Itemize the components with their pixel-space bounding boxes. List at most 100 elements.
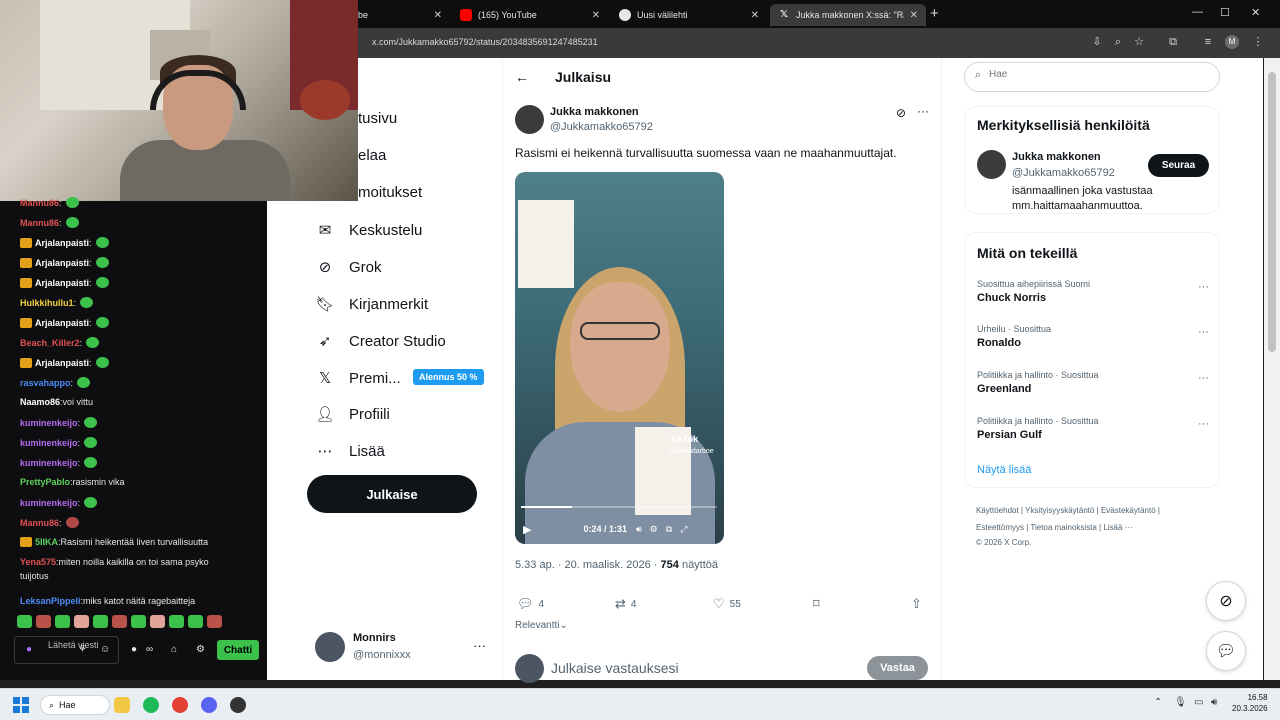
- tab-close-icon[interactable]: ✕: [751, 10, 759, 21]
- footer-links[interactable]: Käyttöehdot | Yksityisyyskäytäntö | Eväs…: [976, 506, 1160, 515]
- footer-links[interactable]: Esteettömyys | Tietoa mainoksista | Lisä…: [976, 523, 1133, 532]
- windows-start-icon[interactable]: [13, 697, 29, 713]
- browser-tab[interactable]: Uusi välilehti ✕: [611, 4, 767, 26]
- publish-button[interactable]: Julkaise: [307, 475, 477, 513]
- sort-dropdown[interactable]: Relevantti⌄: [515, 620, 568, 631]
- trend-item[interactable]: Politiikka ja hallinto · Suosittua Persi…: [977, 416, 1209, 441]
- emote-icon[interactable]: [150, 615, 165, 628]
- tab-close-icon[interactable]: ✕: [910, 10, 918, 21]
- emote-icon[interactable]: [74, 615, 89, 628]
- extensions-icon[interactable]: ⧉: [1166, 35, 1180, 49]
- taskbar-clock[interactable]: 16.58 20.3.2026: [1232, 692, 1268, 714]
- nav-item-premium[interactable]: 𝕏 Premi...: [315, 368, 401, 388]
- emote-icon[interactable]: [55, 615, 70, 628]
- chat-username[interactable]: Hulkkihullu1: [20, 298, 74, 308]
- mic-icon[interactable]: ●: [26, 644, 32, 655]
- reply-submit-button[interactable]: Vastaa: [867, 656, 928, 680]
- video-progress-bar[interactable]: [521, 506, 717, 508]
- tab-close-icon[interactable]: ✕: [592, 10, 600, 21]
- pip-icon[interactable]: ⧉: [666, 524, 672, 535]
- browser-tab[interactable]: be ✕: [350, 4, 450, 26]
- network-icon[interactable]: ▭: [1194, 697, 1203, 708]
- settings-icon[interactable]: ⚙: [196, 644, 205, 655]
- emote-icon[interactable]: [131, 615, 146, 628]
- nav-item-messages[interactable]: ✉ Keskustelu: [315, 220, 423, 240]
- tab-close-icon[interactable]: ✕: [434, 10, 442, 21]
- trend-item[interactable]: Politiikka ja hallinto · Suosittua Green…: [977, 370, 1209, 395]
- browser-tab[interactable]: (165) YouTube ✕: [452, 4, 608, 26]
- channel-points-icon[interactable]: ●: [131, 644, 137, 655]
- search-input[interactable]: [989, 69, 1189, 80]
- follow-button[interactable]: Seuraa: [1148, 154, 1209, 177]
- star-icon[interactable]: ☆: [1132, 35, 1146, 49]
- chat-username[interactable]: Beach_Killer2: [20, 338, 80, 348]
- scrollbar[interactable]: [1264, 58, 1280, 680]
- play-icon[interactable]: ▶: [523, 523, 531, 536]
- store-icon[interactable]: ⌂: [171, 644, 177, 655]
- volume-icon[interactable]: 🔊︎: [636, 524, 642, 535]
- messages-fab[interactable]: 💬︎: [1206, 631, 1246, 671]
- author-name[interactable]: Jukka makkonen: [550, 106, 639, 118]
- close-window-icon[interactable]: ✕: [1251, 6, 1260, 19]
- media-icon[interactable]: ≡: [1201, 35, 1215, 49]
- more-icon[interactable]: ···: [1198, 372, 1209, 384]
- emote-icon[interactable]: [36, 615, 51, 628]
- reply-button[interactable]: 💬︎ 4: [517, 596, 544, 612]
- scrollbar-thumb[interactable]: [1268, 72, 1276, 352]
- nav-item-more[interactable]: ⋯ Lisää: [315, 441, 385, 461]
- bits-icon[interactable]: ⚘: [78, 644, 87, 655]
- chat-username[interactable]: Arjalanpaisti: [35, 358, 89, 368]
- trend-item[interactable]: Suosittua aihepiirissä Suomi Chuck Norri…: [977, 279, 1209, 304]
- emote-icon[interactable]: [188, 615, 203, 628]
- nav-item-profile[interactable]: 👤︎ Profiili: [315, 404, 389, 424]
- install-icon[interactable]: ⇩: [1090, 35, 1104, 49]
- back-arrow-icon[interactable]: ←: [515, 69, 529, 85]
- emote-icon[interactable]: [17, 615, 32, 628]
- show-more-link[interactable]: Näytä lisää: [977, 464, 1031, 476]
- premium-discount-badge[interactable]: Alennus 50 %: [413, 369, 484, 385]
- nav-item-grok[interactable]: ⊘ Grok: [315, 257, 382, 277]
- url-field[interactable]: x.com/Jukkamakko65792/status/20348356912…: [372, 37, 598, 47]
- obs-icon[interactable]: [230, 697, 246, 713]
- nav-item-creator-studio[interactable]: ➶ Creator Studio: [315, 331, 446, 351]
- chat-username[interactable]: kuminenkeijo: [20, 458, 78, 468]
- emote-icon[interactable]: [112, 615, 127, 628]
- emote-icon[interactable]: [169, 615, 184, 628]
- chat-username[interactable]: kuminenkeijo: [20, 498, 78, 508]
- more-icon[interactable]: ···: [1198, 418, 1209, 430]
- chat-username[interactable]: PrettyPablo: [20, 477, 70, 487]
- chat-username[interactable]: kuminenkeijo: [20, 438, 78, 448]
- chat-username[interactable]: Mannu86: [20, 198, 59, 208]
- volume-icon[interactable]: 🔊︎: [1211, 697, 1217, 708]
- chrome-icon[interactable]: [172, 697, 188, 713]
- more-icon[interactable]: ···: [917, 104, 929, 118]
- browser-tab-active[interactable]: 𝕏 Jukka makkonen X:ssä: "Rasism ✕: [770, 4, 926, 26]
- account-switcher[interactable]: Monnirs @monnixxx ···: [315, 630, 490, 670]
- spotify-icon[interactable]: [143, 697, 159, 713]
- bookmark-button[interactable]: ⌑: [813, 596, 825, 612]
- more-icon[interactable]: ···: [473, 638, 486, 653]
- chat-username[interactable]: rasvahappo: [20, 378, 71, 388]
- chat-send-button[interactable]: Chatti: [217, 640, 259, 660]
- grok-icon[interactable]: ⊘: [896, 106, 906, 120]
- emote-icon[interactable]: [207, 615, 222, 628]
- chat-username[interactable]: LeksanPippeli: [20, 596, 81, 606]
- video-player[interactable]: TikTok @patvidarboe ▶ 0:24 / 1:31 🔊︎ ⚙ ⧉…: [515, 172, 724, 544]
- settings-icon[interactable]: ⚙: [650, 524, 658, 535]
- nav-item-bookmarks[interactable]: 🔖︎ Kirjanmerkit: [315, 294, 428, 314]
- chat-username[interactable]: Naamo86: [20, 397, 60, 407]
- like-button[interactable]: ♡ 55: [713, 596, 741, 612]
- person-handle[interactable]: @Jukkamakko65792: [1012, 167, 1115, 179]
- discord-icon[interactable]: [201, 697, 217, 713]
- tray-chevron-icon[interactable]: ⌃: [1154, 697, 1162, 708]
- infinity-icon[interactable]: ∞: [146, 644, 153, 655]
- search-box[interactable]: ⌕: [964, 62, 1220, 92]
- chat-username[interactable]: Mannu86: [20, 518, 59, 528]
- chat-username[interactable]: Mannu86: [20, 218, 59, 228]
- author-handle[interactable]: @Jukkamakko65792: [550, 121, 653, 133]
- nav-item-home[interactable]: tusivu: [358, 110, 397, 127]
- chat-username[interactable]: Arjalanpaisti: [35, 238, 89, 248]
- emoji-icon[interactable]: ☺: [100, 644, 110, 655]
- nav-item-notifications[interactable]: moitukset: [358, 184, 422, 201]
- chat-username[interactable]: Yena575: [20, 557, 56, 567]
